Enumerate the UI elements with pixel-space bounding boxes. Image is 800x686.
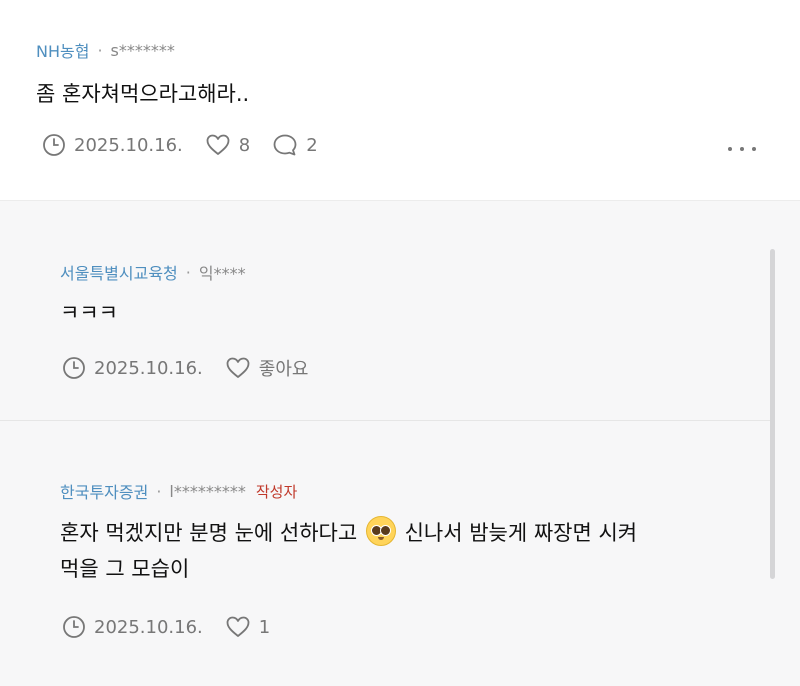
reply-text: 혼자 먹겠지만 분명 눈에 선하다고 신나서 밤늦게 짜장면 시켜 먹을 그 모… [60,515,760,587]
meta-separator: · [185,262,191,282]
company-name[interactable]: NH농협 [36,38,89,62]
like-button[interactable]: 1 [225,615,270,639]
like-count: 8 [238,134,251,156]
clock-icon [63,616,85,638]
reply-text-part1: 혼자 먹겠지만 분명 눈에 선하다고 [60,521,358,545]
company-name[interactable]: 서울특별시교육청 [60,260,178,284]
like-button[interactable]: 8 [205,133,250,157]
reply-meta: 한국투자증권 · l********* 작성자 [60,479,297,503]
comment-date: 2025.10.16. [42,133,183,157]
reply-button[interactable]: 2 [272,133,318,157]
reply-stats: 2025.10.16. 1 [62,615,292,639]
date-text: 2025.10.16. [94,616,203,638]
reply-stats: 2025.10.16. 좋아요 [62,355,330,381]
user-id: 익**** [198,264,246,283]
more-dots-icon [728,147,732,151]
reply-meta: 서울특별시교육청 · 익**** [60,260,246,284]
replies-section: 서울특별시교육청 · 익**** ㅋㅋㅋ 2025.10.16. 좋아요 한국투… [0,200,800,686]
scrollbar[interactable] [770,249,775,579]
comment-text: 좀 혼자쳐먹으라고해라.. [36,82,250,106]
reply-count: 2 [306,134,318,156]
clock-icon [43,134,65,156]
reply-item: 서울특별시교육청 · 익**** ㅋㅋㅋ 2025.10.16. 좋아요 [0,201,800,421]
comment-icon [273,134,297,156]
more-options-button[interactable] [728,137,756,161]
user-id: l********* [169,481,246,501]
comment-meta: NH농협 · s******* [36,38,175,62]
clock-icon [63,357,85,379]
reply-item: 한국투자증권 · l********* 작성자 혼자 먹겠지만 분명 눈에 선하… [0,421,800,686]
like-label: 좋아요 [258,359,309,380]
meta-separator: · [97,40,103,60]
like-count: 1 [258,616,271,638]
user-id: s******* [110,40,175,60]
reply-date: 2025.10.16. [62,615,203,639]
heart-icon [206,134,230,155]
more-dots-icon [740,147,744,151]
date-text: 2025.10.16. [74,134,183,156]
company-name[interactable]: 한국투자증권 [60,479,148,503]
comment-stats: 2025.10.16. 8 2 [42,133,340,157]
reply-text-line2: 먹을 그 모습이 [60,557,190,581]
heart-icon [226,357,250,378]
top-comment: NH농협 · s******* 좀 혼자쳐먹으라고해라.. 2025.10.16… [0,0,800,200]
more-dots-icon [752,147,756,151]
reply-text-part2: 신나서 밤늦게 짜장면 시켜 [404,521,638,545]
date-text: 2025.10.16. [94,357,203,379]
reply-text: ㅋㅋㅋ [60,301,118,325]
reply-date: 2025.10.16. [62,356,203,380]
heart-icon [226,616,250,637]
meta-separator: · [156,481,162,501]
author-badge: 작성자 [255,482,298,501]
like-button[interactable]: 좋아요 [225,355,309,381]
pleading-face-emoji [365,516,396,546]
comment-thread: NH농협 · s******* 좀 혼자쳐먹으라고해라.. 2025.10.16… [0,0,800,686]
